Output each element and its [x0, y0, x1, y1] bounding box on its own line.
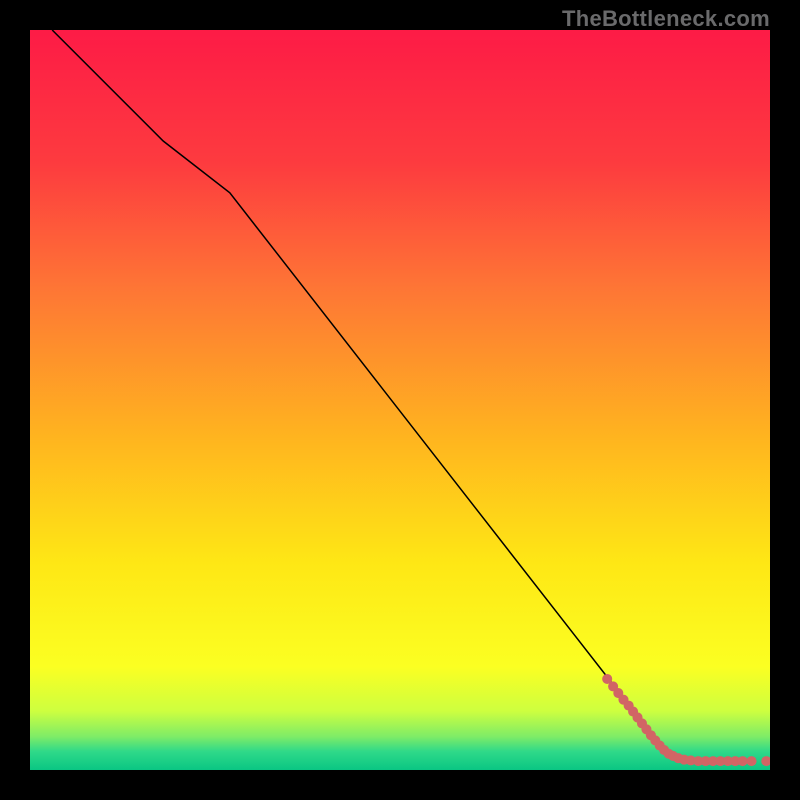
- scatter-dot: [738, 756, 748, 766]
- attribution-text: TheBottleneck.com: [562, 6, 770, 32]
- curve-line: [52, 30, 674, 755]
- scatter-dot: [746, 756, 756, 766]
- scatter-dot: [761, 756, 770, 766]
- plot-area: [30, 30, 770, 770]
- scatter-dots: [602, 674, 770, 766]
- chart-overlay: [30, 30, 770, 770]
